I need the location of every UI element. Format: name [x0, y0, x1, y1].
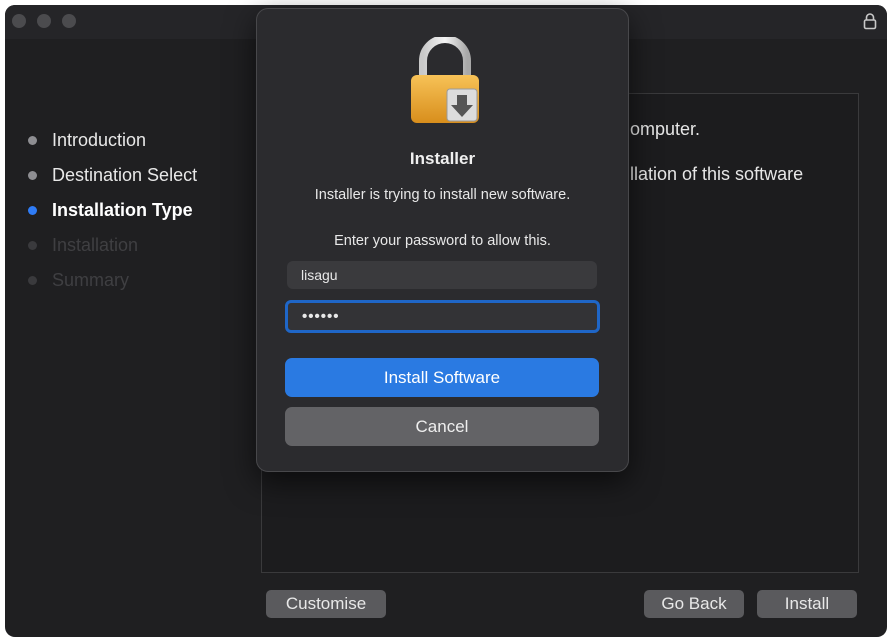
- zoom-window-button[interactable]: [62, 14, 76, 28]
- step-bullet: [28, 241, 37, 250]
- username-value: lisagu: [301, 267, 338, 283]
- step-bullet: [28, 171, 37, 180]
- dialog-title: Installer: [409, 149, 476, 168]
- dialog-message: Installer is trying to install new softw…: [314, 187, 571, 203]
- username-field[interactable]: lisagu: [287, 261, 597, 289]
- password-value: ••••••: [302, 308, 340, 325]
- step-label: Destination Select: [52, 165, 198, 185]
- step-installation: Installation: [25, 228, 197, 263]
- minimize-window-button[interactable]: [37, 14, 51, 28]
- step-destination-select: Destination Select: [25, 158, 197, 193]
- password-field[interactable]: ••••••: [285, 300, 600, 333]
- panel-text-line-1: omputer.: [630, 119, 701, 139]
- dialog-prompt: Enter your password to allow this.: [334, 233, 551, 249]
- step-bullet: [28, 276, 37, 285]
- customise-button[interactable]: Customise: [266, 590, 386, 618]
- step-bullet: [28, 136, 37, 145]
- cancel-button[interactable]: Cancel: [285, 407, 599, 446]
- step-installation-type: Installation Type: [25, 193, 197, 228]
- install-button[interactable]: Install: [757, 590, 857, 618]
- step-label: Summary: [52, 270, 130, 290]
- installer-lock-icon: [411, 37, 479, 123]
- step-label: Introduction: [52, 130, 147, 150]
- step-introduction: Introduction: [25, 123, 197, 158]
- step-label: Installation Type: [52, 200, 193, 220]
- install-software-button[interactable]: Install Software: [285, 358, 599, 397]
- go-back-button[interactable]: Go Back: [644, 590, 744, 618]
- panel-text-line-2: llation of this software: [630, 164, 804, 184]
- lock-icon: [863, 13, 877, 30]
- installer-steps: Introduction Destination Select Installa…: [25, 123, 197, 298]
- step-bullet: [28, 206, 37, 215]
- close-window-button[interactable]: [12, 14, 26, 28]
- step-label: Installation: [52, 235, 139, 255]
- authentication-dialog: Installer Installer is trying to install…: [256, 8, 629, 472]
- step-summary: Summary: [25, 263, 197, 298]
